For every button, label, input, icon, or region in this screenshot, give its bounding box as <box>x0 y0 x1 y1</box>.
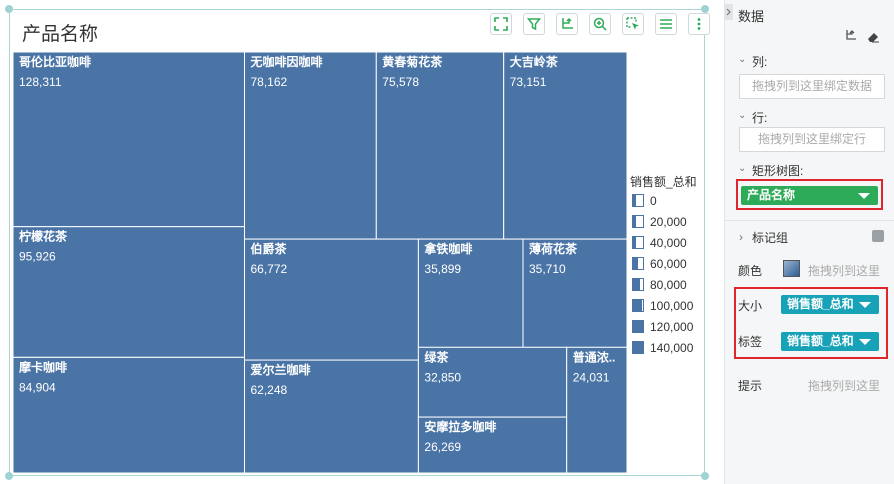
treemap-cell-value: 35,899 <box>424 262 461 276</box>
treemap-field-label: 产品名称 <box>747 188 796 202</box>
dropdown-arrow-icon[interactable] <box>859 339 871 345</box>
treemap-cell-label: 普通浓.. <box>573 349 616 364</box>
treemap-cell-value: 26,269 <box>424 440 461 454</box>
marks-settings-icon[interactable] <box>872 230 884 242</box>
legend-swatch <box>632 320 644 333</box>
chevron-right-icon[interactable]: › <box>739 230 743 244</box>
legend-swatch <box>632 257 644 270</box>
legend-swatch <box>632 341 644 354</box>
columns-drop-zone[interactable]: 拖拽列到这里绑定数据 <box>739 74 885 99</box>
size-field-label: 销售额_总和 <box>787 297 854 311</box>
treemap-cell-label: 黄春菊花茶 <box>382 54 443 69</box>
treemap-cell[interactable] <box>566 346 628 474</box>
treemap-cell-label: 安摩拉多咖啡 <box>424 419 496 434</box>
legend-swatch <box>632 299 644 312</box>
panel-collapse-toggle[interactable] <box>724 4 733 20</box>
rows-drop-zone[interactable]: 拖拽列到这里绑定行 <box>739 127 885 152</box>
treemap-field-pill[interactable]: 产品名称 <box>741 186 878 205</box>
columns-label: 列: <box>752 55 768 69</box>
dropdown-arrow-icon[interactable] <box>859 302 871 308</box>
legend-label: 60,000 <box>650 257 687 271</box>
dropdown-arrow-icon[interactable] <box>858 193 870 199</box>
treemap-cell[interactable] <box>244 238 419 361</box>
treemap-cell-label: 柠檬花茶 <box>19 229 68 244</box>
color-swatch[interactable] <box>783 260 800 277</box>
treemap-cell-label: 绿茶 <box>424 349 449 364</box>
color-label: 颜色 <box>738 264 763 278</box>
marks-label: 标记组 <box>752 231 789 245</box>
label-field-label: 销售额_总和 <box>787 334 854 348</box>
panel-title: 数据 <box>738 9 765 24</box>
treemap-cell-label: 伯爵茶 <box>251 241 288 256</box>
treemap-cell-label: 无咖啡因咖啡 <box>250 54 323 69</box>
label-label: 标签 <box>738 335 763 349</box>
treemap-cell-value: 84,904 <box>19 380 56 394</box>
treemap-cell-value: 78,162 <box>251 75 288 89</box>
legend-label: 0 <box>650 194 657 208</box>
treemap-cell-value: 32,850 <box>424 370 461 384</box>
chart-card[interactable]: 产品名称 哥伦比亚咖啡 128,311 柠檬花茶 95,926 摩卡咖啡 84,904 无咖… <box>5 5 710 480</box>
legend-swatch <box>632 236 644 249</box>
treemap-cell-value: 73,151 <box>510 75 547 89</box>
chevron-down-icon[interactable]: ⌄ <box>738 54 746 65</box>
legend-label: 80,000 <box>650 278 687 292</box>
size-field-pill[interactable]: 销售额_总和 <box>781 295 879 314</box>
legend-title: 销售额_总和 <box>630 175 697 189</box>
color-drop-hint[interactable]: 拖拽列到这里 <box>808 262 880 279</box>
treemap-label: 矩形树图: <box>752 164 804 178</box>
treemap-cell-label: 大吉岭茶 <box>510 54 559 69</box>
label-field-pill[interactable]: 销售额_总和 <box>781 332 879 351</box>
legend-swatch <box>632 278 644 291</box>
legend-swatch <box>632 215 644 228</box>
legend-label: 140,000 <box>650 341 694 355</box>
chevron-down-icon[interactable]: ⌄ <box>738 163 746 174</box>
treemap-cell-value: 95,926 <box>19 250 56 264</box>
treemap-cell-value: 62,248 <box>251 383 288 397</box>
treemap-cell-value: 75,578 <box>382 75 419 89</box>
treemap-cell[interactable] <box>12 226 245 358</box>
treemap-cell-label: 哥伦比亚咖啡 <box>19 54 91 69</box>
treemap-cell-value: 24,031 <box>573 370 610 384</box>
legend-label: 40,000 <box>650 236 687 250</box>
size-label: 大小 <box>738 299 763 313</box>
eraser-icon[interactable] <box>867 30 880 48</box>
treemap-cell-label: 摩卡咖啡 <box>19 359 67 374</box>
legend-label: 120,000 <box>650 320 694 334</box>
data-panel: 数据 ⌄ 列: 拖拽列到这里绑定数据 ⌄ 行: 拖拽列到这里绑定行 ⌄ 矩形树图… <box>724 0 894 484</box>
rows-label: 行: <box>752 111 768 125</box>
legend-label: 100,000 <box>650 299 694 313</box>
treemap-cell-label: 爱尔兰咖啡 <box>251 362 311 377</box>
divider <box>725 220 894 221</box>
legend-swatch <box>632 194 644 207</box>
treemap-cell[interactable] <box>12 356 245 474</box>
legend-label: 20,000 <box>650 215 687 229</box>
treemap-cell-value: 128,311 <box>19 75 62 89</box>
treemap-cell-label: 拿铁咖啡 <box>423 241 472 256</box>
treemap-cell-value: 66,772 <box>251 262 288 276</box>
tooltip-label: 提示 <box>738 379 763 393</box>
chevron-down-icon[interactable]: ⌄ <box>738 110 746 121</box>
tooltip-drop-hint[interactable]: 拖拽列到这里 <box>808 377 880 394</box>
treemap-cell-value: 35,710 <box>529 262 566 276</box>
treemap-chart[interactable]: 哥伦比亚咖啡 128,311 柠檬花茶 95,926 摩卡咖啡 84,904 无咖啡因咖啡 7… <box>10 10 706 477</box>
treemap-cell-label: 薄荷花茶 <box>529 241 578 256</box>
swap-icon[interactable] <box>844 29 857 47</box>
